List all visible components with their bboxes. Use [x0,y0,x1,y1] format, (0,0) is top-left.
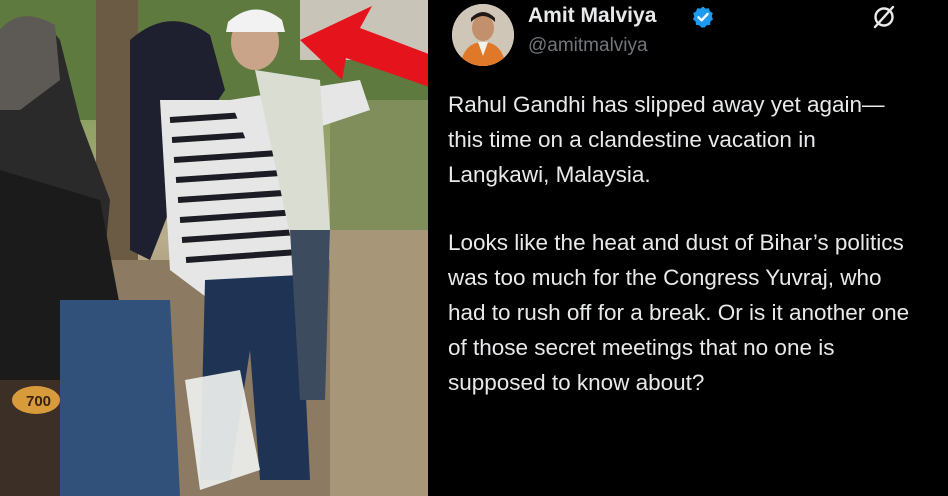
x-logo-icon[interactable] [871,5,897,29]
jeans-left [60,300,180,496]
verified-badge-icon [693,6,713,28]
pavement [330,230,428,496]
handle[interactable]: @amitmalviya [528,35,648,57]
avatar[interactable] [452,4,514,66]
stall-area [330,100,428,240]
photo-scene: 700 [0,0,428,496]
sign-text: 700 [26,393,51,410]
avatar-image [452,4,514,66]
author-name[interactable]: Amit Malviya [528,4,656,28]
tweet-card: Amit Malviya @amitmalviya Rahul Gandhi h… [428,0,948,496]
tweet-text: Rahul Gandhi has slipped away yet again—… [448,88,918,400]
tweet-paragraph: Looks like the heat and dust of Bihar’s … [448,230,910,395]
photo-panel: 700 [0,0,428,496]
tweet-paragraph: Rahul Gandhi has slipped away yet again—… [448,92,885,187]
